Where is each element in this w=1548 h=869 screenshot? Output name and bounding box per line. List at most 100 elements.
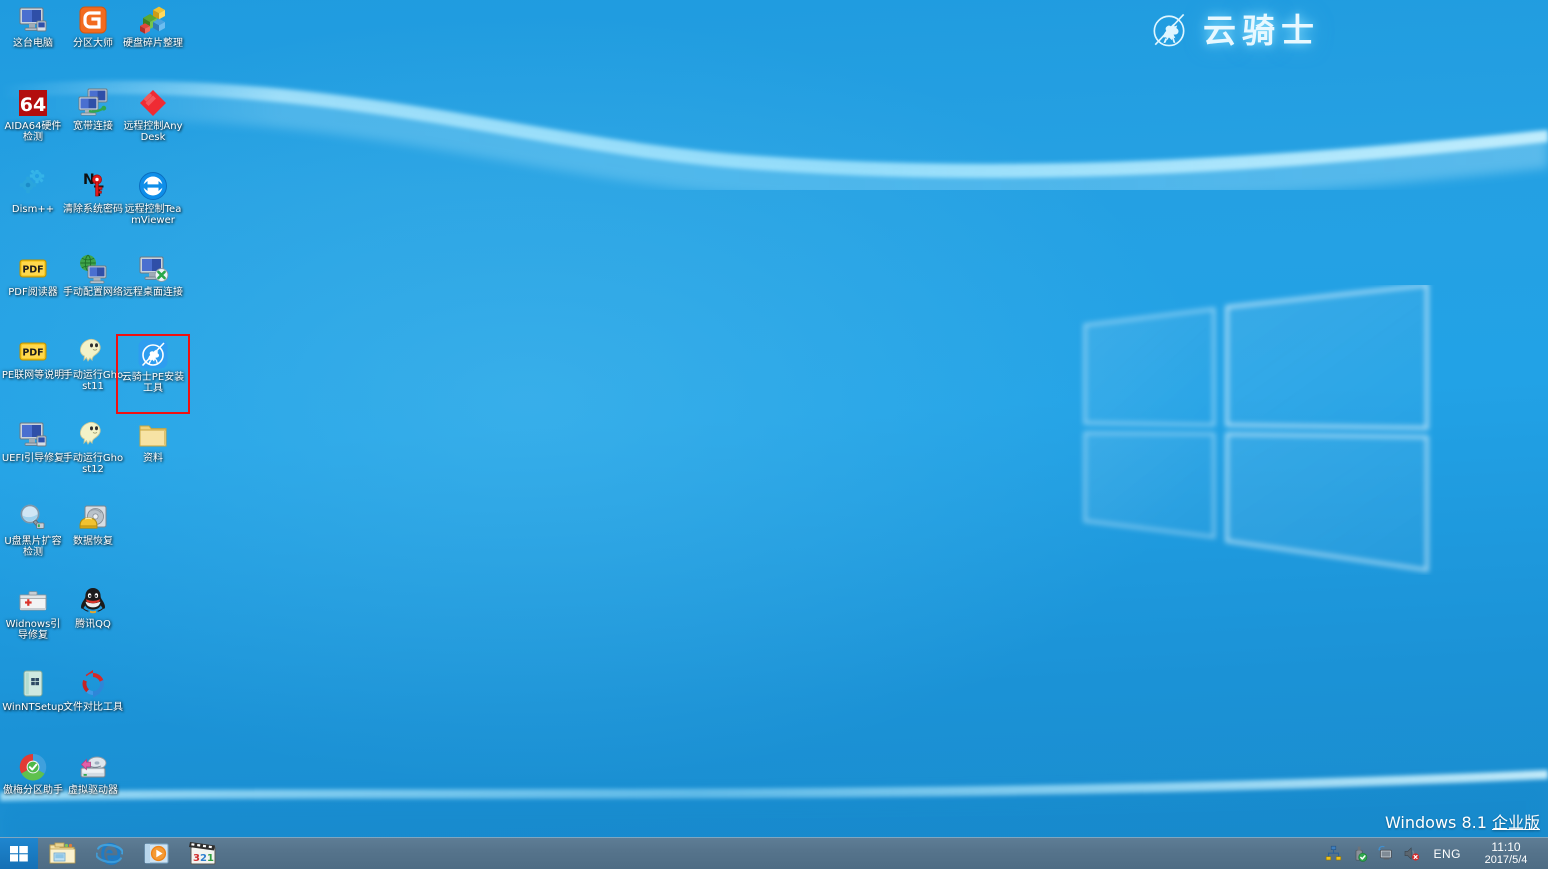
desktop[interactable]: 云骑士 这台电脑 分区大师 硬盘碎片整理 64 AIDA64硬件检测 宽带连接 …: [0, 0, 1548, 869]
desktop-icon-disk-defrag[interactable]: 硬盘碎片整理: [123, 4, 183, 49]
desktop-icon-label: 远程控制TeamViewer: [124, 204, 182, 226]
desktop-icon-label: 虚拟驱动器: [68, 785, 118, 796]
desktop-icon-ghost11[interactable]: 手动运行Ghost11: [62, 336, 124, 392]
taskbar-clock[interactable]: 11:10 2017/5/4: [1474, 839, 1542, 867]
taskbar-file-explorer-button[interactable]: [47, 840, 77, 868]
desktop-icon-label: PE联网等说明: [1, 370, 65, 381]
system-tray[interactable]: ENG 11:10 2017/5/4: [1325, 838, 1548, 869]
desktop-icon-uefi-boot-repair[interactable]: UEFI引导修复: [1, 419, 65, 464]
desktop-icon-file-compare[interactable]: 文件对比工具: [63, 668, 123, 713]
desktop-icon-label: U盘黑片扩容检测: [4, 536, 62, 558]
yunqishi-pe-installer-icon: [137, 338, 169, 370]
taskbar-media-player-button[interactable]: [141, 840, 171, 868]
desktop-icon-label: 手动配置网络: [63, 287, 123, 298]
windows-activation-watermark: Windows 8.1 企业版: [1385, 809, 1540, 833]
watermark-product: Windows 8.1: [1384, 813, 1492, 832]
disk-defrag-icon: [137, 4, 169, 36]
desktop-icon-label: WinNTSetup: [2, 702, 64, 713]
desktop-icon-windows-boot-repair[interactable]: Widnows引导修复: [4, 585, 62, 641]
svg-text:PDF: PDF: [22, 347, 43, 358]
pdf-reader-icon: PDF: [17, 336, 49, 368]
desktop-icon-label: Widnows引导修复: [5, 619, 61, 641]
desktop-icon-label: 远程桌面连接: [123, 287, 183, 298]
desktop-icon-broadband-connection[interactable]: 宽带连接: [64, 87, 122, 132]
dism-plus-plus-icon: [17, 170, 49, 202]
desktop-icon-label: 硬盘碎片整理: [123, 38, 183, 49]
clear-password-icon: N T: [77, 170, 109, 202]
folder-icon: [137, 419, 169, 451]
desktop-icon-label: 文件对比工具: [63, 702, 123, 713]
desktop-icon-this-pc[interactable]: 这台电脑: [4, 4, 62, 49]
desktop-icon-dism-plus-plus[interactable]: Dism++: [4, 170, 62, 215]
input-language-indicator[interactable]: ENG: [1429, 847, 1465, 861]
desktop-icon-data-recovery[interactable]: 数据恢复: [64, 502, 122, 547]
quick-launch-bar[interactable]: 3 2 1: [47, 838, 218, 869]
desktop-icon-label: 远程控制AnyDesk: [123, 121, 183, 143]
start-button[interactable]: [0, 838, 38, 869]
usb-capacity-test-icon: [17, 502, 49, 534]
desktop-icon-aomei-partition-assistant[interactable]: 傲梅分区助手: [3, 751, 63, 796]
desktop-icon-remote-desktop[interactable]: 远程桌面连接: [123, 253, 183, 298]
teamviewer-icon: [137, 170, 169, 202]
wallpaper-windows-logo: [1083, 285, 1429, 572]
virtual-drive-icon: [77, 751, 109, 783]
network-connection-icon[interactable]: [1377, 845, 1394, 862]
windows-start-icon: [10, 845, 28, 861]
desktop-icon-aida64[interactable]: 64 AIDA64硬件检测: [4, 87, 62, 143]
usb-safely-remove-icon[interactable]: [1351, 845, 1368, 862]
desktop-icon-usb-capacity-test[interactable]: U盘黑片扩容检测: [4, 502, 62, 558]
desktop-icon-partition-master[interactable]: 分区大师: [64, 4, 122, 49]
winntsetup-icon: [17, 668, 49, 700]
desktop-icon-virtual-drive[interactable]: 虚拟驱动器: [64, 751, 122, 796]
brand-logo: 云骑士: [1147, 8, 1320, 52]
desktop-icon-pdf-reader[interactable]: PDF PE联网等说明: [1, 336, 65, 381]
pdf-reader-icon: PDF: [17, 253, 49, 285]
desktop-icon-clear-password[interactable]: N T 清除系统密码: [63, 170, 123, 215]
svg-text:3: 3: [193, 853, 200, 864]
desktop-icon-folder[interactable]: 资料: [124, 419, 182, 464]
desktop-icon-winntsetup[interactable]: WinNTSetup: [2, 668, 64, 713]
ghost12-icon: [77, 419, 109, 451]
desktop-icon-label: 资料: [143, 453, 163, 464]
taskbar[interactable]: 3 2 1 ENG 11:10 2017/5/4: [0, 837, 1548, 869]
desktop-icon-label: 腾讯QQ: [75, 619, 111, 630]
desktop-icon-label: 数据恢复: [73, 536, 113, 547]
network-share-icon[interactable]: [1325, 845, 1342, 862]
media-player-icon: [144, 843, 168, 864]
speaker-muted-icon[interactable]: [1403, 845, 1420, 862]
desktop-icon-tencent-qq[interactable]: 腾讯QQ: [64, 585, 122, 630]
desktop-icon-teamviewer[interactable]: 远程控制TeamViewer: [124, 170, 182, 226]
brand-name: 云骑士: [1203, 10, 1320, 50]
aida64-icon: 64: [17, 87, 49, 119]
data-recovery-icon: [77, 502, 109, 534]
file-explorer-icon: [49, 842, 75, 864]
svg-text:64: 64: [20, 94, 46, 116]
desktop-icon-label: 云骑士PE安装工具: [121, 372, 185, 394]
desktop-icon-ghost12[interactable]: 手动运行Ghost12: [62, 419, 124, 475]
file-compare-icon: [77, 668, 109, 700]
internet-explorer-icon: [95, 842, 123, 865]
desktop-icon-pdf-reader[interactable]: PDF PDF阅读器: [4, 253, 62, 298]
desktop-icon-label: 清除系统密码: [63, 204, 123, 215]
taskbar-internet-explorer-button[interactable]: [94, 840, 124, 868]
remote-desktop-icon: [137, 253, 169, 285]
desktop-icon-configure-network[interactable]: 手动配置网络: [63, 253, 123, 298]
media-player-classic-icon: 3 2 1: [189, 842, 216, 865]
svg-text:1: 1: [207, 853, 214, 864]
ghost11-icon: [77, 336, 109, 368]
uefi-boot-repair-icon: [17, 419, 49, 451]
desktop-icon-label: 傲梅分区助手: [3, 785, 63, 796]
broadband-connection-icon: [77, 87, 109, 119]
taskbar-media-player-classic-button[interactable]: 3 2 1: [188, 840, 218, 868]
aomei-partition-assistant-icon: [17, 751, 49, 783]
clock-time: 11:10: [1491, 839, 1521, 854]
desktop-icon-label: UEFI引导修复: [1, 453, 65, 464]
desktop-icon-label: 手动运行Ghost11: [62, 370, 124, 392]
knight-horse-circle-icon: [1153, 13, 1185, 47]
desktop-icon-anydesk[interactable]: 远程控制AnyDesk: [123, 87, 183, 143]
desktop-icon-label: 手动运行Ghost12: [62, 453, 124, 475]
configure-network-icon: [77, 253, 109, 285]
desktop-icon-label: 宽带连接: [73, 121, 113, 132]
desktop-icon-label: AIDA64硬件检测: [4, 121, 62, 143]
desktop-icon-yunqishi-pe-installer[interactable]: 云骑士PE安装工具: [116, 334, 190, 414]
